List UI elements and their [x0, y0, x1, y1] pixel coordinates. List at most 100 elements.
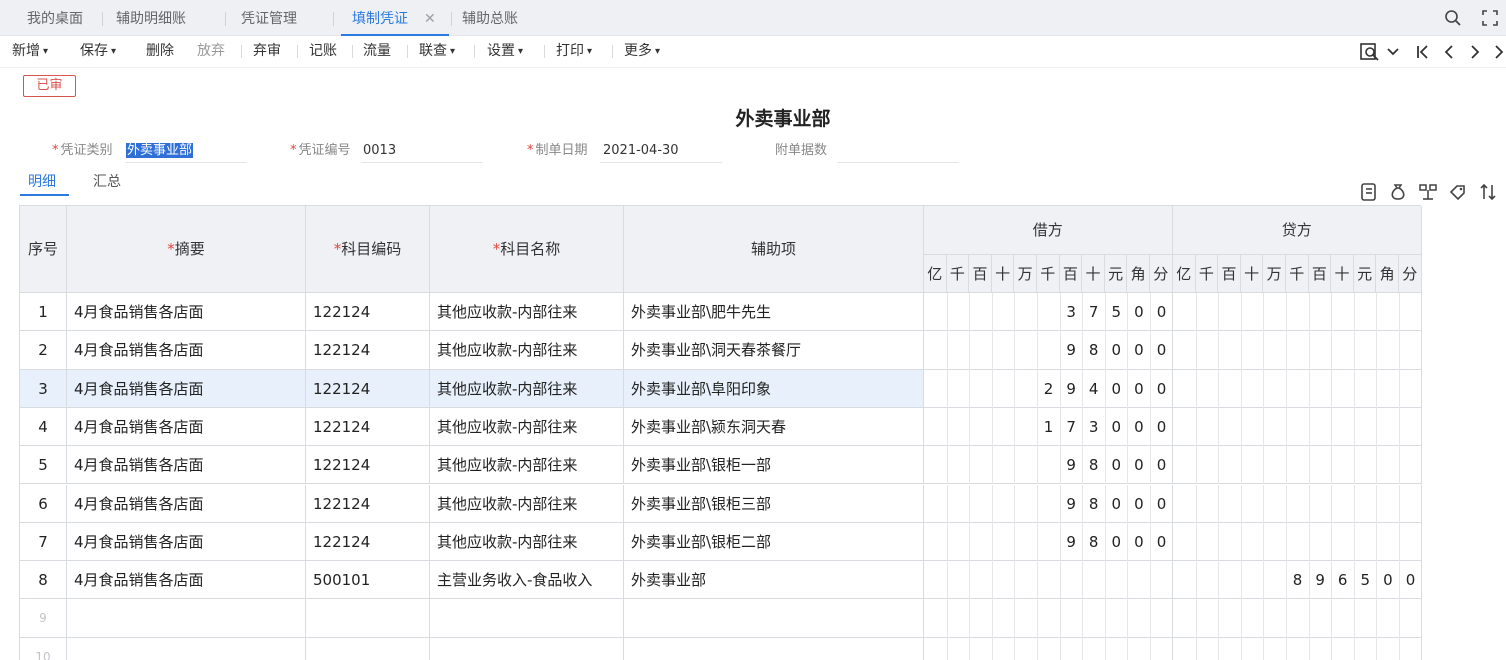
discard-button[interactable]: 放弃 [197, 36, 225, 66]
table-cell-name[interactable]: 其他应收款-内部往来 [430, 331, 624, 370]
table-cell-code[interactable] [306, 599, 430, 638]
table-cell-name[interactable]: 其他应收款-内部往来 [430, 484, 624, 523]
table-cell-code[interactable]: 122124 [306, 331, 430, 370]
table-cell-aux[interactable]: 外卖事业部\洞天春茶餐厅 [624, 331, 924, 370]
table-cell-name[interactable]: 其他应收款-内部往来 [430, 407, 624, 447]
voucher-no-field[interactable]: 0013 [363, 141, 396, 161]
table-cell-seq[interactable]: 7 [20, 522, 67, 562]
fullscreen-icon[interactable] [1480, 8, 1500, 28]
inquiry-button[interactable]: 联查 ▾ [419, 36, 455, 66]
table-cell-aux[interactable] [624, 599, 924, 638]
amount-cell-debit[interactable] [924, 561, 1173, 600]
amount-cell-credit[interactable] [1173, 407, 1422, 447]
tab-aux-detail-ledger[interactable]: 辅助明细账 [116, 0, 186, 36]
last-icon[interactable] [1493, 43, 1505, 61]
next-icon[interactable] [1467, 43, 1483, 61]
table-cell-aux[interactable]: 外卖事业部 [624, 561, 924, 600]
prev-icon[interactable] [1441, 43, 1457, 61]
digit-unit-header: 百 [1059, 255, 1083, 293]
table-cell-summary[interactable]: 4月食品销售各店面 [67, 484, 306, 523]
table-cell-seq[interactable]: 4 [20, 407, 67, 447]
add-button[interactable]: 新增 ▾ [12, 36, 48, 66]
table-cell-seq[interactable]: 8 [20, 561, 67, 600]
table-cell-aux[interactable]: 外卖事业部\银柜一部 [624, 446, 924, 485]
amount-cell-debit[interactable] [924, 637, 1173, 660]
table-cell-name[interactable]: 其他应收款-内部往来 [430, 446, 624, 485]
amount-cell-credit[interactable] [1173, 369, 1422, 408]
table-cell-name[interactable]: 主营业务收入-食品收入 [430, 561, 624, 600]
table-cell-seq[interactable]: 3 [20, 369, 67, 408]
amount-cell-credit[interactable] [1173, 293, 1422, 332]
table-cell-aux[interactable]: 外卖事业部\银柜二部 [624, 522, 924, 562]
tab-summary[interactable]: 汇总 [93, 172, 121, 196]
table-cell-name[interactable]: 其他应收款-内部往来 [430, 369, 624, 408]
table-cell-summary[interactable]: 4月食品销售各店面 [67, 369, 306, 408]
insert-row-icon[interactable] [1358, 181, 1380, 203]
table-cell-code[interactable]: 122124 [306, 369, 430, 408]
table-cell-code[interactable]: 122124 [306, 522, 430, 562]
digit-unit-header: 百 [1218, 255, 1241, 293]
sort-icon[interactable] [1477, 181, 1499, 203]
amount-cell-credit[interactable] [1173, 484, 1422, 523]
table-cell-summary[interactable] [67, 637, 306, 660]
amount-cell-credit[interactable] [1173, 599, 1422, 638]
table-cell-aux[interactable]: 外卖事业部\颍东洞天春 [624, 407, 924, 447]
first-page-icon[interactable] [1415, 43, 1431, 61]
amount-cell-credit[interactable] [1173, 522, 1422, 562]
money-bag-icon[interactable] [1387, 181, 1409, 203]
table-cell-summary[interactable]: 4月食品销售各店面 [67, 293, 306, 332]
chevron-down-icon[interactable] [1386, 47, 1400, 57]
table-cell-summary[interactable]: 4月食品销售各店面 [67, 331, 306, 370]
table-cell-aux[interactable]: 外卖事业部\肥牛先生 [624, 293, 924, 332]
tab-aux-general-ledger[interactable]: 辅助总账 [462, 0, 518, 36]
balance-icon[interactable] [1417, 181, 1439, 203]
print-button[interactable]: 打印 ▾ [556, 36, 592, 66]
post-button[interactable]: 记账 [309, 36, 337, 66]
amount-cell-debit[interactable] [924, 599, 1173, 638]
table-cell-summary[interactable]: 4月食品销售各店面 [67, 561, 306, 600]
tab-detail[interactable]: 明细 [20, 172, 69, 196]
table-cell-name[interactable] [430, 637, 624, 660]
table-cell-code[interactable]: 500101 [306, 561, 430, 600]
table-cell-seq[interactable]: 6 [20, 484, 67, 523]
unapprove-button[interactable]: 弃审 [253, 36, 281, 66]
table-cell-code[interactable] [306, 637, 430, 660]
tab-voucher-management[interactable]: 凭证管理 [241, 0, 297, 36]
amount-digit: 9 [1066, 379, 1076, 398]
amount-cell-credit[interactable] [1173, 637, 1422, 660]
table-cell-aux[interactable]: 外卖事业部\银柜三部 [624, 484, 924, 523]
more-button[interactable]: 更多 ▾ [624, 36, 660, 66]
search-icon[interactable] [1443, 8, 1463, 28]
date-field[interactable]: 2021-04-30 [603, 141, 679, 161]
table-cell-seq[interactable]: 1 [20, 293, 67, 332]
settings-button[interactable]: 设置 ▾ [487, 36, 523, 66]
save-button[interactable]: 保存 ▾ [80, 36, 116, 66]
table-cell-summary[interactable]: 4月食品销售各店面 [67, 446, 306, 485]
table-cell-seq[interactable]: 10 [20, 637, 67, 660]
table-cell-seq[interactable]: 5 [20, 446, 67, 485]
table-cell-summary[interactable]: 4月食品销售各店面 [67, 522, 306, 562]
table-cell-code[interactable]: 122124 [306, 407, 430, 447]
table-cell-name[interactable]: 其他应收款-内部往来 [430, 293, 624, 332]
header-account-code: *科目编码 [306, 206, 430, 293]
tag-icon[interactable] [1447, 181, 1469, 203]
table-cell-name[interactable] [430, 599, 624, 638]
table-cell-summary[interactable]: 4月食品销售各店面 [67, 407, 306, 447]
table-cell-code[interactable]: 122124 [306, 293, 430, 332]
tab-close-icon[interactable]: ✕ [424, 0, 436, 36]
table-cell-name[interactable]: 其他应收款-内部往来 [430, 522, 624, 562]
preview-icon[interactable] [1359, 41, 1381, 63]
table-cell-seq[interactable]: 9 [20, 599, 67, 638]
amount-cell-credit[interactable] [1173, 446, 1422, 485]
table-cell-code[interactable]: 122124 [306, 484, 430, 523]
amount-cell-credit[interactable] [1173, 331, 1422, 370]
table-cell-aux[interactable] [624, 637, 924, 660]
table-cell-seq[interactable]: 2 [20, 331, 67, 370]
cashflow-button[interactable]: 流量 [363, 36, 391, 66]
voucher-type-field[interactable]: 外卖事业部 [126, 141, 194, 161]
tab-desktop[interactable]: 我的桌面 [27, 0, 83, 36]
table-cell-summary[interactable] [67, 599, 306, 638]
table-cell-code[interactable]: 122124 [306, 446, 430, 485]
delete-button[interactable]: 删除 [146, 36, 174, 66]
table-cell-aux[interactable]: 外卖事业部\阜阳印象 [624, 369, 924, 408]
